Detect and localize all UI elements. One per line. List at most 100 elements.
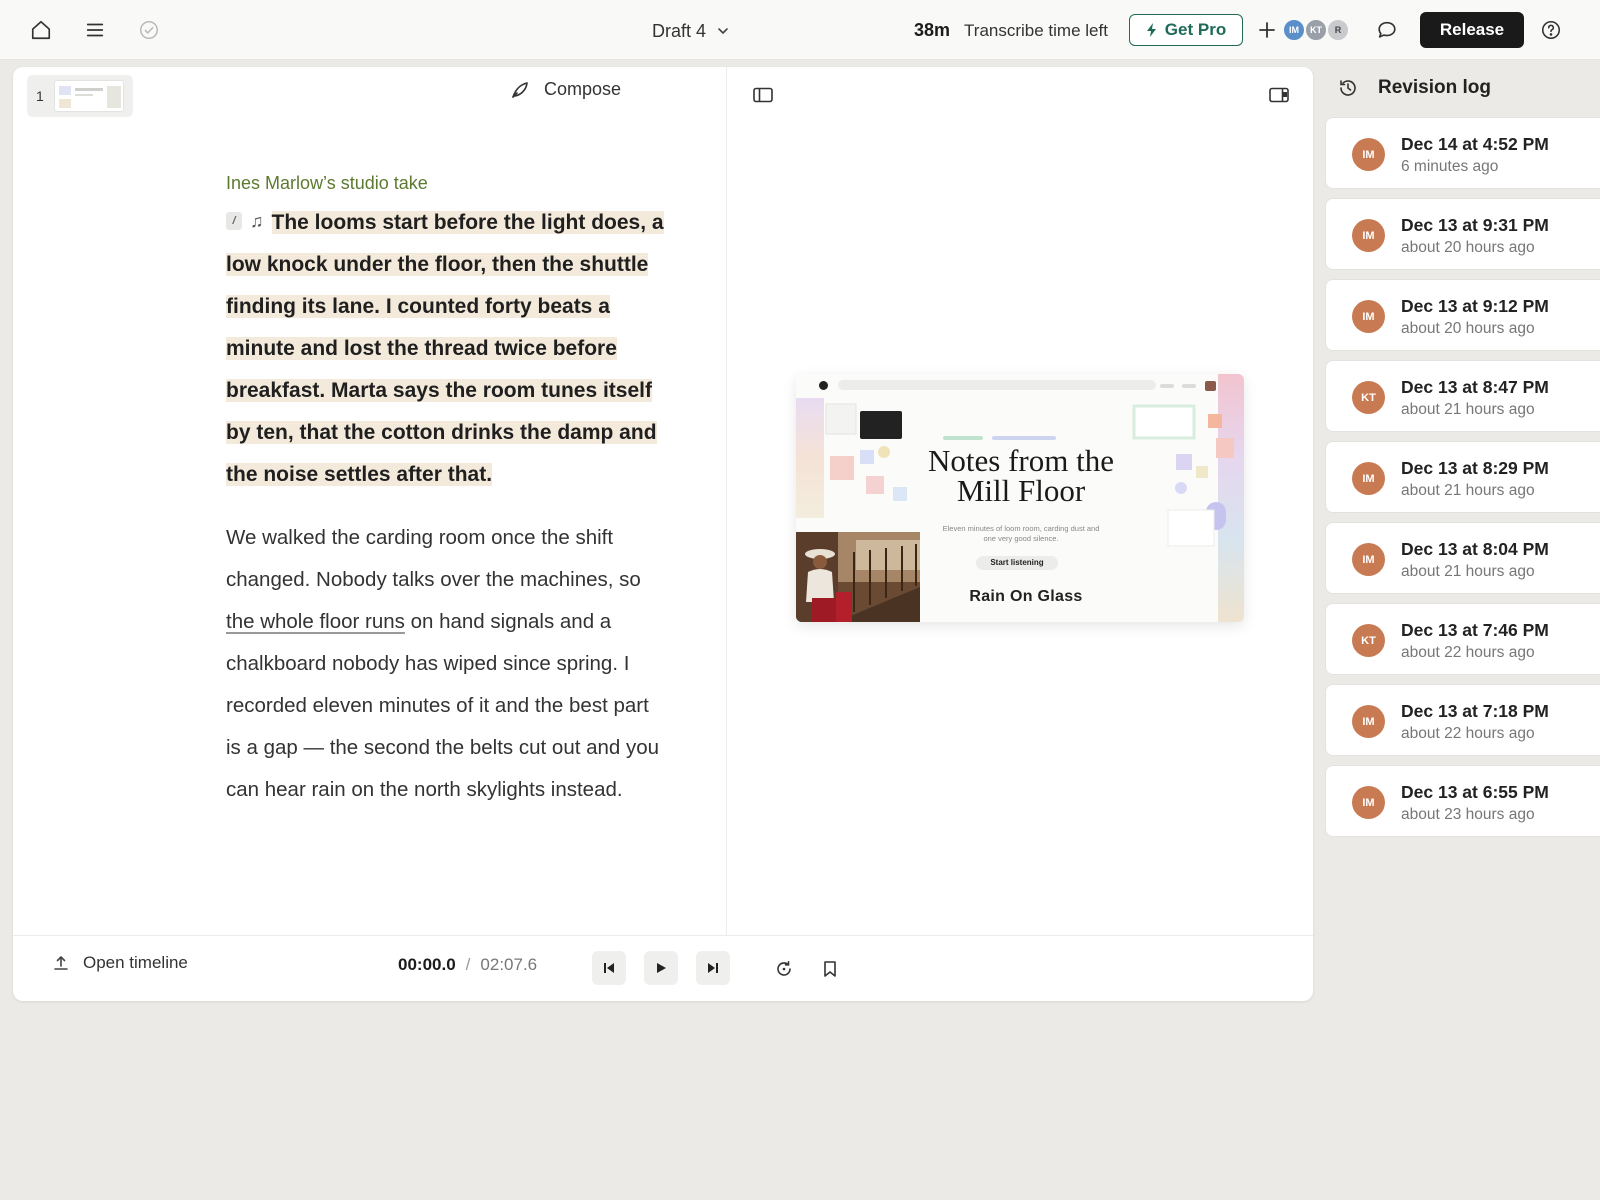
time-left-minutes: 38m	[914, 20, 951, 40]
time-display: 00:00.0 / 02:07.6	[398, 955, 537, 975]
menu-icon[interactable]	[81, 16, 109, 44]
body-text-start: We walked the carding room once the shif…	[226, 526, 641, 591]
play-button[interactable]	[644, 951, 678, 985]
get-pro-label: Get Pro	[1164, 20, 1227, 39]
revision-relative-time: about 20 hours ago	[1401, 239, 1535, 256]
revision-time: Dec 13 at 8:29 PM	[1401, 458, 1549, 478]
avatar: KT	[1352, 381, 1385, 414]
pane-divider	[726, 67, 727, 935]
revision-relative-time: about 22 hours ago	[1401, 725, 1535, 742]
avatar: IM	[1352, 705, 1385, 738]
revision-relative-time: about 23 hours ago	[1401, 806, 1535, 823]
time-left-label: Transcribe time left	[964, 21, 1108, 40]
open-timeline-button[interactable]: Open timeline	[53, 953, 188, 973]
top-bar: Draft 4 38m Transcribe time left Get Pro…	[0, 0, 1600, 60]
avatar: IM	[1352, 786, 1385, 819]
scene-preview[interactable]: Notes from the Mill Floor Eleven minutes…	[796, 374, 1244, 622]
highlighted-text: The looms start before the light does, a…	[226, 211, 664, 487]
draft-label: Draft 4	[652, 20, 707, 41]
revision-list: IM Dec 14 at 4:52 PM 6 minutes ago IM De…	[1325, 117, 1600, 846]
revision-entry[interactable]: IM Dec 13 at 9:31 PM about 20 hours ago	[1325, 198, 1600, 270]
revision-time: Dec 13 at 8:47 PM	[1401, 377, 1549, 397]
revision-relative-time: about 21 hours ago	[1401, 482, 1535, 499]
page-thumbnail-preview	[54, 80, 124, 112]
revision-time: Dec 13 at 9:12 PM	[1401, 296, 1549, 316]
compose-label: Compose	[544, 79, 622, 99]
add-collaborator-icon[interactable]	[1254, 17, 1280, 43]
skip-back-icon	[602, 961, 616, 975]
collaborator-avatars[interactable]: IM KT R	[1282, 18, 1352, 42]
body-paragraph[interactable]: We walked the carding room once the shif…	[226, 517, 666, 811]
total-time: 02:07.6	[480, 955, 538, 974]
avatar: IM	[1352, 138, 1385, 171]
avatar: IM	[1352, 543, 1385, 576]
revision-time: Dec 13 at 7:46 PM	[1401, 620, 1549, 640]
preview-title: Notes from the Mill Floor	[928, 443, 1114, 508]
help-icon[interactable]	[1537, 16, 1565, 44]
time-separator: /	[465, 955, 471, 974]
bookmark-icon[interactable]	[819, 958, 841, 980]
revision-time: Dec 14 at 4:52 PM	[1401, 134, 1549, 154]
compose-button[interactable]: Compose	[510, 79, 621, 100]
revision-entry[interactable]: IM Dec 13 at 8:29 PM about 21 hours ago	[1325, 441, 1600, 513]
draft-selector[interactable]: Draft 4	[652, 18, 730, 44]
lightning-icon	[1146, 23, 1158, 37]
revision-log-header: Revision log	[1338, 77, 1491, 99]
revision-entry[interactable]: IM Dec 13 at 7:18 PM about 22 hours ago	[1325, 684, 1600, 756]
skip-forward-icon	[706, 961, 720, 975]
tag-chip[interactable]: /	[226, 212, 242, 231]
skip-forward-button[interactable]	[696, 951, 730, 985]
revision-relative-time: about 21 hours ago	[1401, 563, 1535, 580]
editor-card: 1 Compose Ines Marlow’s studio take / ♫ Th…	[13, 67, 1313, 1001]
music-note-icon: ♫	[250, 211, 264, 232]
linked-text[interactable]: the whole floor runs	[226, 610, 405, 633]
revision-time: Dec 13 at 6:55 PM	[1401, 782, 1549, 802]
loop-icon[interactable]	[773, 958, 795, 980]
avatar: IM	[1352, 219, 1385, 252]
avatar: R	[1326, 18, 1350, 42]
avatar: IM	[1282, 18, 1306, 42]
transport-divider	[13, 935, 1313, 936]
avatar: IM	[1352, 300, 1385, 333]
revision-entry[interactable]: IM Dec 13 at 9:12 PM about 20 hours ago	[1325, 279, 1600, 351]
avatar: IM	[1352, 462, 1385, 495]
transcribe-time-left: 38m Transcribe time left	[914, 20, 1108, 41]
avatar: KT	[1352, 624, 1385, 657]
saved-check-icon	[135, 16, 163, 44]
page-thumbnail[interactable]: 1	[27, 75, 133, 117]
sidebar-right-icon[interactable]	[1269, 87, 1289, 103]
comments-icon[interactable]	[1373, 16, 1401, 44]
revision-relative-time: about 22 hours ago	[1401, 644, 1535, 661]
highlighted-paragraph[interactable]: / ♫ The looms start before the light does,…	[226, 202, 666, 496]
current-time: 00:00.0	[398, 955, 456, 974]
preview-caption: Rain On Glass	[969, 588, 1083, 605]
upload-icon	[53, 955, 69, 971]
revision-entry[interactable]: KT Dec 13 at 8:47 PM about 21 hours ago	[1325, 360, 1600, 432]
speaker-label[interactable]: Ines Marlow’s studio take	[226, 173, 428, 194]
sidebar-left-icon[interactable]	[753, 87, 773, 103]
home-icon[interactable]	[27, 16, 55, 44]
revision-entry[interactable]: KT Dec 13 at 7:46 PM about 22 hours ago	[1325, 603, 1600, 675]
revision-entry[interactable]: IM Dec 13 at 8:04 PM about 21 hours ago	[1325, 522, 1600, 594]
quill-icon	[510, 80, 530, 100]
get-pro-button[interactable]: Get Pro	[1129, 14, 1243, 46]
play-icon	[654, 961, 668, 975]
revision-entry[interactable]: IM Dec 14 at 4:52 PM 6 minutes ago	[1325, 117, 1600, 189]
chevron-down-icon	[716, 24, 730, 38]
page-number: 1	[36, 88, 44, 104]
start-listening-button[interactable]: Start listening	[976, 556, 1058, 570]
history-icon	[1338, 78, 1358, 98]
skip-back-button[interactable]	[592, 951, 626, 985]
avatar: KT	[1304, 18, 1328, 42]
revision-relative-time: about 20 hours ago	[1401, 320, 1535, 337]
revision-time: Dec 13 at 8:04 PM	[1401, 539, 1549, 559]
revision-log-title: Revision log	[1378, 77, 1491, 98]
body-text-end: on hand signals and a chalkboard nobody …	[226, 610, 660, 801]
revision-time: Dec 13 at 9:31 PM	[1401, 215, 1549, 235]
release-button[interactable]: Release	[1420, 12, 1524, 48]
revision-relative-time: about 21 hours ago	[1401, 401, 1535, 418]
revision-time: Dec 13 at 7:18 PM	[1401, 701, 1549, 721]
open-timeline-label: Open timeline	[83, 953, 188, 972]
revision-entry[interactable]: IM Dec 13 at 6:55 PM about 23 hours ago	[1325, 765, 1600, 837]
preview-subtitle: Eleven minutes of loom room, carding dus…	[942, 524, 1100, 543]
